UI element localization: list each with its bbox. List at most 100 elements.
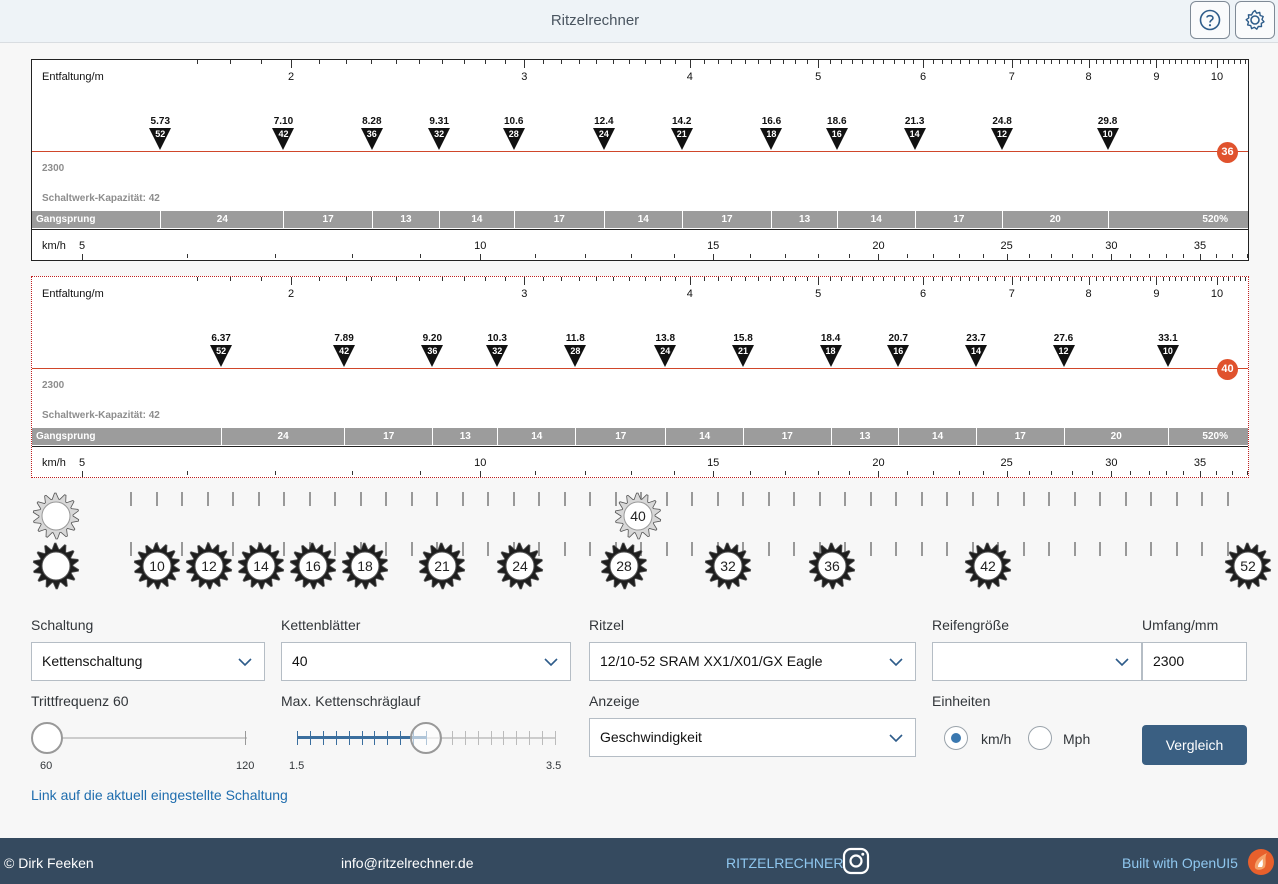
gear-marker[interactable]: 21.3 14 bbox=[903, 116, 926, 150]
gear-marker[interactable]: 16.6 18 bbox=[760, 116, 783, 150]
cross-tick bbox=[309, 731, 311, 745]
development-tick-label: 7 bbox=[1008, 288, 1015, 300]
cog-track-tick bbox=[1048, 542, 1050, 556]
cog-18[interactable]: 18 bbox=[341, 542, 389, 590]
selected-chainring[interactable]: 40 bbox=[614, 492, 662, 540]
development-tick-label: 3 bbox=[521, 288, 528, 300]
gear-marker[interactable]: 12.4 24 bbox=[592, 116, 615, 150]
gear-marker[interactable]: 6.37 52 bbox=[210, 333, 233, 367]
cog-10[interactable]: 10 bbox=[133, 542, 181, 590]
chainring-track-tick bbox=[1175, 492, 1178, 506]
capacity-text: Schaltwerk-Kapazität: 42 bbox=[42, 193, 160, 204]
gear-marker[interactable]: 5.73 52 bbox=[149, 116, 172, 150]
footer-brand[interactable]: RITZELRECHNER bbox=[726, 855, 843, 871]
gear-marker[interactable]: 18.6 16 bbox=[825, 116, 848, 150]
gear-marker[interactable]: 29.8 10 bbox=[1096, 116, 1119, 150]
gear-marker[interactable]: 7.10 42 bbox=[272, 116, 295, 150]
chainring-track-tick bbox=[895, 492, 897, 506]
umfang-input[interactable]: 2300 bbox=[1142, 642, 1247, 681]
speed-minor-tick bbox=[785, 471, 787, 475]
gear-marker[interactable]: 20.7 16 bbox=[887, 333, 910, 367]
speed-minor-tick bbox=[817, 471, 819, 475]
gear-marker[interactable]: 9.20 36 bbox=[421, 333, 444, 367]
kettenblaetter-select[interactable]: 40 bbox=[281, 642, 571, 681]
cog-12[interactable]: 12 bbox=[185, 542, 233, 590]
cog-21[interactable]: 21 bbox=[418, 542, 466, 590]
gear-marker[interactable]: 27.6 12 bbox=[1052, 333, 1075, 367]
cross-handle[interactable] bbox=[410, 722, 442, 754]
cog-14[interactable]: 14 bbox=[237, 542, 285, 590]
development-minor-tick bbox=[1169, 60, 1171, 64]
cross-slider[interactable] bbox=[297, 722, 557, 754]
cross-tick bbox=[490, 731, 492, 745]
gear-marker-teeth: 24 bbox=[660, 346, 671, 356]
gear-marker[interactable]: 8.28 36 bbox=[360, 116, 383, 150]
chainring-track[interactable] bbox=[130, 492, 1250, 506]
footer-email[interactable]: info@ritzelrechner.de bbox=[341, 855, 474, 871]
cog-icon[interactable] bbox=[32, 542, 80, 590]
radio-kmh[interactable] bbox=[944, 726, 968, 750]
development-minor-tick bbox=[744, 277, 746, 281]
development-minor-tick bbox=[923, 60, 925, 68]
gear-marker[interactable]: 14.2 21 bbox=[670, 116, 693, 150]
development-minor-tick bbox=[986, 60, 988, 64]
capacity-text: Schaltwerk-Kapazität: 42 bbox=[42, 410, 160, 421]
reifen-select[interactable] bbox=[932, 642, 1142, 681]
cog-32[interactable]: 32 bbox=[704, 542, 752, 590]
vergleich-button[interactable]: Vergleich bbox=[1142, 725, 1247, 765]
chainring-badge[interactable]: 36 bbox=[1217, 142, 1238, 163]
gear-marker[interactable]: 13.8 24 bbox=[654, 333, 677, 367]
chainring-track-tick bbox=[130, 492, 132, 506]
footer-built-with[interactable]: Built with OpenUI5 bbox=[1122, 855, 1238, 871]
chainring-badge[interactable]: 40 bbox=[1217, 359, 1238, 380]
development-minor-tick bbox=[1088, 277, 1090, 285]
speed-minor-tick bbox=[1166, 471, 1168, 475]
cross-min: 1.5 bbox=[289, 760, 305, 772]
development-minor-tick bbox=[893, 277, 895, 281]
cog-24[interactable]: 24 bbox=[496, 542, 544, 590]
development-minor-tick bbox=[1116, 60, 1118, 64]
development-minor-tick bbox=[1143, 277, 1145, 281]
permalink[interactable]: Link auf die aktuell eingestellte Schalt… bbox=[31, 787, 288, 803]
gear-marker[interactable]: 23.7 14 bbox=[965, 333, 987, 367]
gear-jump-value: 14 bbox=[665, 428, 743, 445]
cog-52[interactable]: 52 bbox=[1224, 542, 1272, 590]
gear-marker[interactable]: 11.8 28 bbox=[564, 333, 587, 367]
gear-marker[interactable]: 15.8 21 bbox=[732, 333, 755, 367]
gear-marker-value: 23.7 bbox=[966, 333, 986, 344]
help-button[interactable] bbox=[1190, 1, 1230, 39]
cog-track-tick bbox=[895, 542, 897, 556]
cog-42[interactable]: 42 bbox=[964, 542, 1012, 590]
cadence-slider[interactable] bbox=[31, 722, 251, 754]
gear-marker[interactable]: 7.89 42 bbox=[333, 333, 356, 367]
cadence-track bbox=[47, 737, 247, 739]
cog-16[interactable]: 16 bbox=[289, 542, 337, 590]
gear-marker[interactable]: 18.4 18 bbox=[819, 333, 842, 367]
settings-button[interactable] bbox=[1235, 1, 1275, 39]
gear-marker[interactable]: 9.31 32 bbox=[428, 116, 451, 150]
development-minor-tick bbox=[441, 277, 443, 281]
ritzel-select[interactable]: 12/10-52 SRAM XX1/X01/GX Eagle bbox=[589, 642, 916, 681]
speed-minor-tick bbox=[1071, 471, 1073, 475]
gear-marker-teeth: 28 bbox=[570, 346, 581, 356]
gear-marker[interactable]: 24.8 12 bbox=[991, 116, 1014, 150]
instagram-icon[interactable] bbox=[842, 847, 870, 875]
development-minor-tick bbox=[1187, 60, 1189, 64]
gear-marker-teeth: 16 bbox=[831, 129, 842, 139]
gear-jump-value: 17 bbox=[513, 211, 604, 228]
anzeige-select[interactable]: Geschwindigkeit bbox=[589, 718, 916, 757]
cog-36[interactable]: 36 bbox=[808, 542, 856, 590]
gear-marker-value: 21.3 bbox=[904, 116, 925, 127]
gear-marker[interactable]: 33.1 10 bbox=[1156, 333, 1179, 367]
unit-kmh-label[interactable]: km/h bbox=[981, 731, 1011, 747]
gear-marker-teeth: 28 bbox=[508, 129, 519, 139]
cadence-handle[interactable] bbox=[31, 722, 63, 754]
gear-marker[interactable]: 10.3 32 bbox=[486, 333, 509, 367]
chainring-icon[interactable] bbox=[32, 492, 80, 540]
schaltung-select[interactable]: Kettenschaltung bbox=[31, 642, 265, 681]
radio-mph[interactable] bbox=[1028, 726, 1052, 750]
gear-marker[interactable]: 10.6 28 bbox=[502, 116, 525, 150]
development-minor-tick bbox=[197, 277, 199, 281]
unit-mph-label[interactable]: Mph bbox=[1063, 731, 1090, 747]
cog-28[interactable]: 28 bbox=[600, 542, 648, 590]
